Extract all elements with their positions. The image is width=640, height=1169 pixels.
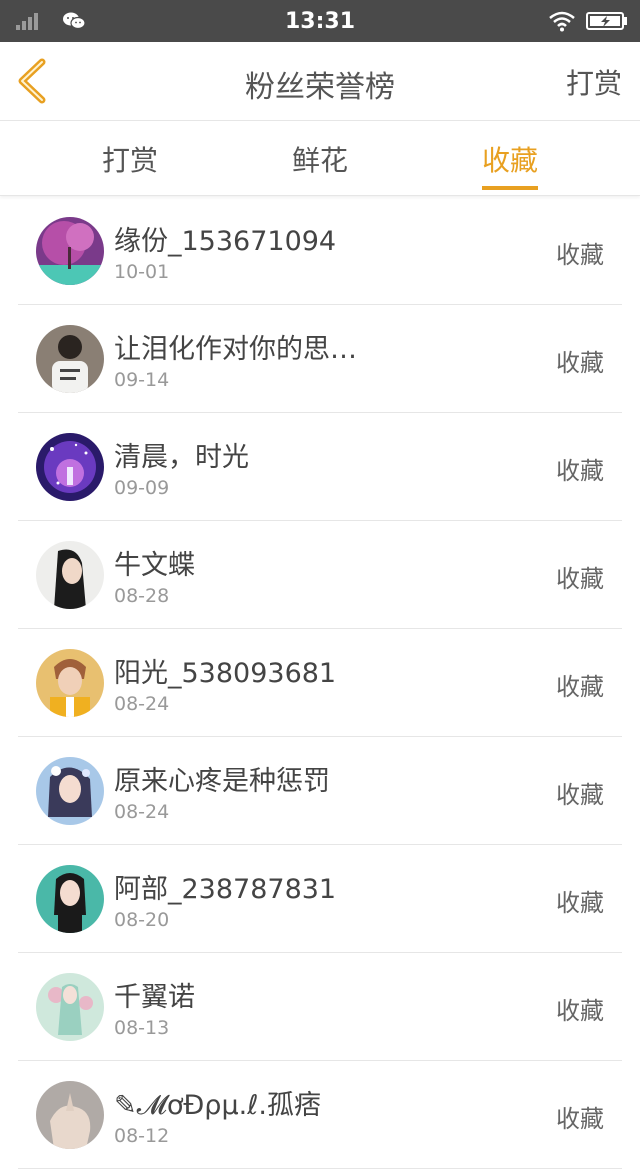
entry-action: 收藏	[556, 673, 604, 701]
entry-date: 08-28	[114, 585, 170, 607]
tab-collect[interactable]: 收藏	[460, 139, 560, 179]
tab-flowers[interactable]: 鲜花	[270, 139, 370, 179]
status-bar: 13:31	[0, 0, 640, 42]
reward-button[interactable]: 打赏	[566, 62, 622, 102]
tab-reward[interactable]: 打赏	[80, 139, 180, 179]
entry-name: 清晨，时光	[114, 442, 249, 473]
entry-name: 牛文蝶	[114, 550, 195, 581]
avatar	[36, 433, 104, 501]
entry-date: 10-01	[114, 261, 170, 283]
list-item[interactable]: 阿部_238787831 08-20 收藏	[0, 845, 640, 953]
list-item[interactable]: 原来心疼是种惩罚 08-24 收藏	[0, 737, 640, 845]
entry-action: 收藏	[556, 997, 604, 1025]
avatar	[36, 973, 104, 1041]
entry-date: 09-14	[114, 369, 170, 391]
entry-action: 收藏	[556, 1105, 604, 1133]
page-title: 粉丝荣誉榜	[245, 70, 395, 105]
entry-date: 08-12	[114, 1125, 170, 1147]
wifi-icon	[548, 10, 576, 32]
list-item[interactable]: 让泪化作对你的思… 09-14 收藏	[0, 305, 640, 413]
entry-action: 收藏	[556, 241, 604, 269]
active-tab-indicator	[482, 186, 538, 190]
status-time: 13:31	[284, 9, 356, 34]
entry-name: 缘份_153671094	[114, 226, 337, 257]
list-item[interactable]: 牛文蝶 08-28 收藏	[0, 521, 640, 629]
entry-action: 收藏	[556, 349, 604, 377]
entry-action: 收藏	[556, 565, 604, 593]
entry-name: 千翼诺	[114, 982, 195, 1013]
avatar	[36, 865, 104, 933]
entry-action: 收藏	[556, 889, 604, 917]
avatar	[36, 217, 104, 285]
entry-action: 收藏	[556, 781, 604, 809]
entry-action: 收藏	[556, 457, 604, 485]
tab-bar: 打赏 鲜花 收藏	[0, 121, 640, 196]
fan-list: 缘份_153671094 10-01 收藏 让泪化作对你的思… 09-14 收藏	[0, 197, 640, 1169]
list-item[interactable]: 千翼诺 08-13 收藏	[0, 953, 640, 1061]
entry-name: 让泪化作对你的思…	[114, 334, 357, 365]
entry-date: 08-13	[114, 1017, 170, 1039]
entry-name: 阿部_238787831	[114, 874, 337, 905]
entry-date: 08-24	[114, 801, 170, 823]
list-item[interactable]: 清晨，时光 09-09 收藏	[0, 413, 640, 521]
avatar	[36, 1081, 104, 1149]
list-item[interactable]: ✎𝓜ơĐρµ.ℓ.孤痞 08-12 收藏	[0, 1061, 640, 1169]
list-item[interactable]: 阳光_538093681 08-24 收藏	[0, 629, 640, 737]
entry-date: 09-09	[114, 477, 170, 499]
avatar	[36, 325, 104, 393]
list-item[interactable]: 缘份_153671094 10-01 收藏	[0, 197, 640, 305]
entry-date: 08-20	[114, 909, 170, 931]
entry-name: 原来心疼是种惩罚	[114, 766, 330, 797]
app-header: 粉丝荣誉榜 打赏	[0, 42, 640, 121]
avatar	[36, 757, 104, 825]
avatar	[36, 541, 104, 609]
avatar	[36, 649, 104, 717]
battery-icon	[586, 12, 628, 30]
entry-date: 08-24	[114, 693, 170, 715]
entry-name: 阳光_538093681	[114, 658, 337, 689]
entry-name: ✎𝓜ơĐρµ.ℓ.孤痞	[114, 1090, 321, 1121]
